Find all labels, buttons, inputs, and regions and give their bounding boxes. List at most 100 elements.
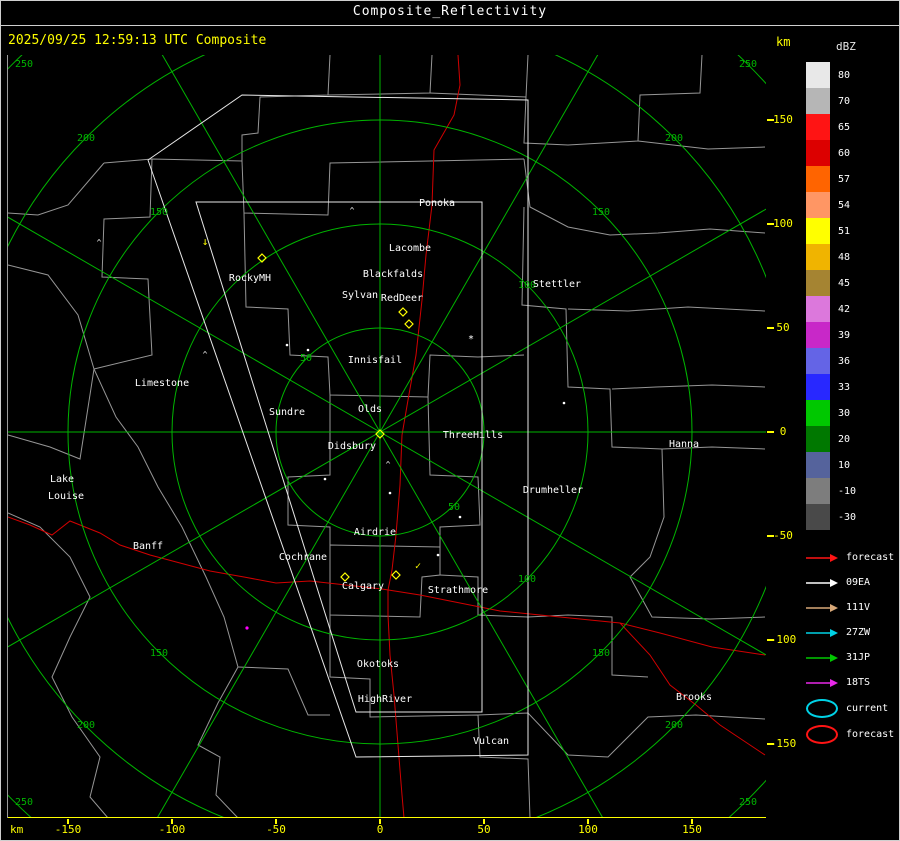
legend-arrow-row: forecast	[806, 545, 894, 570]
track-arrow-icon	[806, 578, 838, 587]
legend-ellipse-label: current	[846, 702, 889, 714]
bottom-axis-tick	[171, 819, 173, 824]
colorbar-value-label: 65	[838, 121, 851, 133]
bottom-axis-tick	[691, 819, 693, 824]
colorbar-swatch	[806, 140, 830, 166]
legend-arrow-label: 27ZW	[846, 627, 871, 638]
colorbar-row: 65	[806, 114, 870, 140]
municipal-boundary-line	[523, 158, 766, 236]
colorbar-value-label: 33	[838, 381, 851, 393]
legend-arrow-row: 09EA	[806, 570, 894, 595]
colorbar-value-label: 80	[838, 69, 851, 81]
colorbar-row: 54	[806, 192, 870, 218]
city-label: Calgary	[342, 581, 384, 592]
colorbar-row: 42	[806, 296, 870, 322]
map-left-edge-line	[7, 55, 8, 818]
right-axis-label: -100	[769, 633, 797, 646]
colorbar-row: 30	[806, 400, 870, 426]
city-label: Hanna	[669, 439, 699, 450]
right-axis-label: 50	[776, 321, 790, 334]
right-axis-tick	[767, 327, 774, 329]
right-axis-tick	[767, 535, 774, 537]
right-axis-label: 100	[773, 217, 793, 230]
municipal-boundary-line	[7, 512, 109, 819]
colorbar-value-label: -10	[838, 485, 857, 497]
radar-site-diamond-marker	[340, 572, 350, 582]
colorbar-value-label: 10	[838, 459, 851, 471]
colorbar-swatch	[806, 192, 830, 218]
municipal-boundary-line	[103, 54, 331, 164]
radar-site-diamond-marker	[404, 319, 414, 329]
city-label: Sylvan	[342, 290, 378, 301]
range-ring-label: 100	[518, 574, 536, 585]
check-marker: ✓	[415, 561, 421, 572]
colorbar-swatch	[806, 218, 830, 244]
municipal-boundary-line	[93, 158, 153, 370]
radar-site-diamond-marker	[391, 570, 401, 580]
colorbar-row: -10	[806, 478, 870, 504]
colorbar-row: 48	[806, 244, 870, 270]
range-ring-label: 50	[300, 353, 312, 364]
colorbar-value-label: -30	[838, 511, 857, 523]
title-separator-line	[0, 25, 900, 26]
radar-map-canvas[interactable]: 5050100100150 150150 150200 200200 200250 250…	[0, 0, 900, 841]
legend-arrow-row: 18TS	[806, 670, 894, 695]
municipal-boundary-line	[637, 140, 766, 150]
range-ring-label: 250	[15, 59, 33, 70]
radar-map-area[interactable]: 50 50 100 100 150 150 150 150 200 200 200 200 250 250…	[0, 0, 900, 841]
range-ring-label: 150	[150, 648, 168, 659]
legend-arrow-row: 27ZW	[806, 620, 894, 645]
colorbar-value-label: 54	[838, 199, 851, 211]
right-axis-tick	[767, 431, 774, 433]
city-label: Drumheller	[523, 485, 583, 496]
storm-ellipse-icon	[806, 724, 838, 744]
city-label: Louise	[48, 491, 84, 502]
radar-legend: forecast 09EA 111V 27ZW 31JP 18TS current forec…	[806, 545, 894, 747]
city-label: Blackfalds	[363, 269, 423, 280]
colorbar-row: 39	[806, 322, 870, 348]
peak-caret-marker: ^	[350, 206, 355, 215]
bottom-axis-label: 100	[578, 823, 598, 836]
legend-ellipse-row: current	[806, 695, 894, 721]
city-label: Sundre	[269, 407, 305, 418]
right-axis-tick	[767, 743, 774, 745]
range-ring-label: 150	[592, 648, 610, 659]
town-dot-marker	[562, 401, 566, 405]
bottom-axis-label: 150	[682, 823, 702, 836]
town-dot-marker	[388, 491, 392, 495]
right-axis-tick	[767, 639, 774, 641]
colorbar-value-label: 45	[838, 277, 851, 289]
city-label: Airdrie	[354, 527, 396, 538]
range-ring-label: 150	[592, 207, 610, 218]
municipal-boundary-line	[523, 54, 703, 146]
city-label: Stettler	[533, 279, 581, 290]
right-axis-unit-label: km	[776, 35, 791, 49]
colorbar-value-label: 60	[838, 147, 851, 159]
municipal-boundary-line	[521, 206, 766, 620]
bottom-axis-tick	[379, 819, 381, 824]
right-axis-label: 150	[773, 113, 793, 126]
timestamp-label: 2025/09/25 12:59:13 UTC Composite	[8, 33, 267, 48]
window-title: Composite_Reflectivity	[352, 4, 548, 19]
legend-ellipse-row: forecast	[806, 721, 894, 747]
track-arrow-icon	[806, 653, 838, 662]
municipal-boundary-line	[477, 712, 766, 758]
city-label: Olds	[358, 404, 382, 415]
city-label: RedDeer	[381, 293, 423, 304]
colorbar-row: 10	[806, 452, 870, 478]
bottom-axis-line	[8, 817, 766, 818]
legend-arrow-label: 31JP	[846, 652, 871, 663]
municipal-boundary-line	[93, 368, 239, 819]
town-dot-marker	[436, 553, 440, 557]
bottom-axis-tick	[67, 819, 69, 824]
right-axis-tick	[767, 119, 774, 121]
colorbar-swatch	[806, 452, 830, 478]
peak-caret-marker: ^	[203, 350, 208, 359]
colorbar-value-label: 70	[838, 95, 851, 107]
colorbar-row: 36	[806, 348, 870, 374]
colorbar-row: 70	[806, 88, 870, 114]
colorbar-swatch	[806, 348, 830, 374]
colorbar-value-label: 57	[838, 173, 851, 185]
municipal-boundary-line	[429, 54, 529, 98]
colorbar-swatch	[806, 504, 830, 530]
